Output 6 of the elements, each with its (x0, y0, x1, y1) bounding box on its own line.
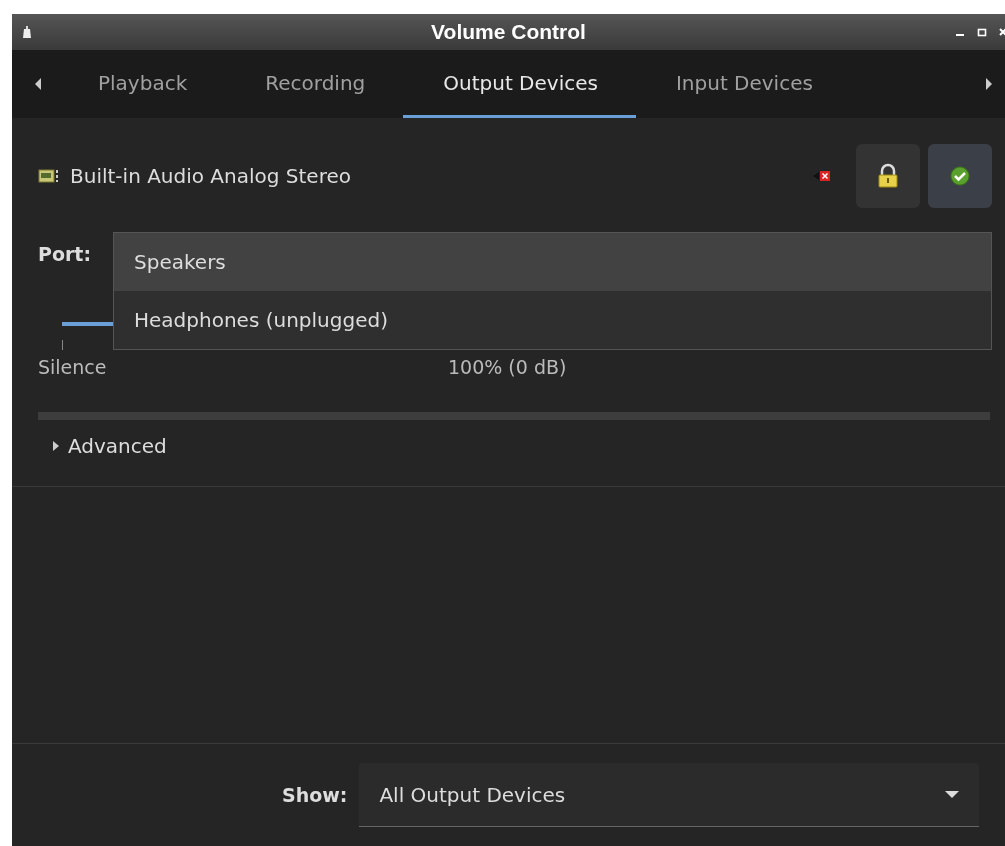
port-label: Port: (38, 243, 92, 265)
scale-label: Silence (38, 356, 107, 378)
show-label: Show: (282, 784, 348, 806)
scale-label: 100% (0 dB) (448, 356, 567, 378)
device-name: Built-in Audio Analog Stereo (70, 164, 351, 188)
window-title: Volume Control (430, 20, 587, 44)
